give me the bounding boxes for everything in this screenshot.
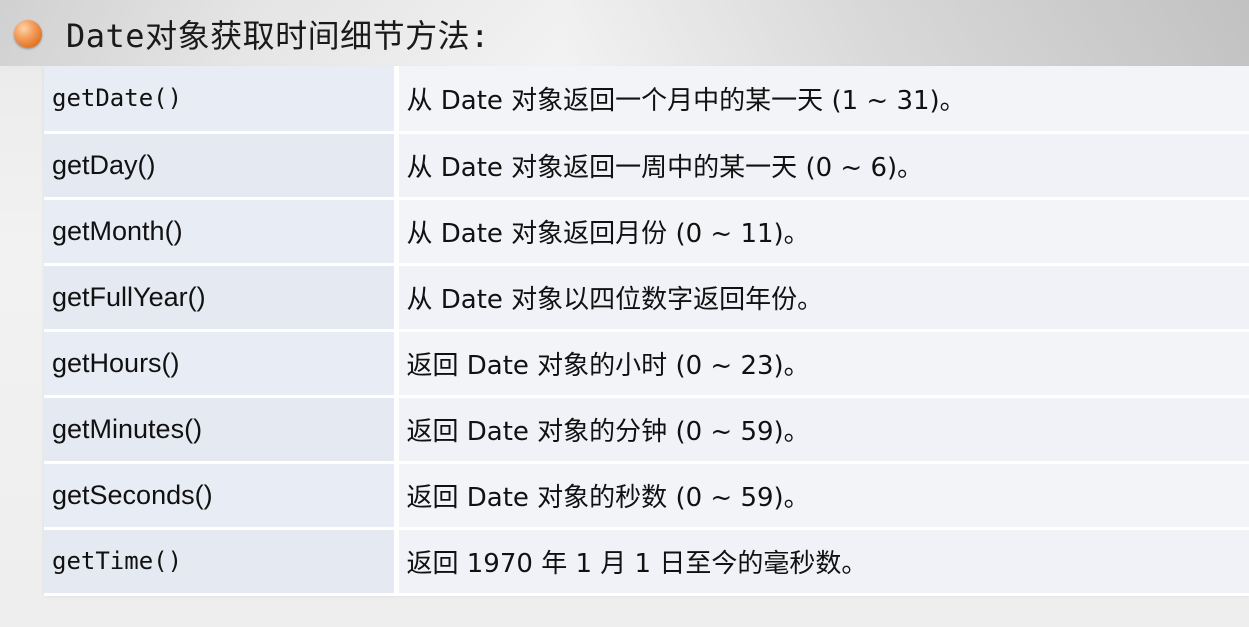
method-description: 从 Date 对象以四位数字返回年份。 (396, 264, 1249, 332)
method-description: 返回 Date 对象的分钟 (0 ~ 59)。 (396, 396, 1249, 464)
orange-bullet-icon (14, 20, 42, 48)
method-name: getHours() (44, 330, 399, 398)
method-description: 从 Date 对象返回一个月中的某一天 (1 ~ 31)。 (396, 66, 1249, 134)
method-name: getDay() (44, 132, 399, 200)
heading-title: Date对象获取时间细节方法: (66, 17, 490, 55)
method-name: getFullYear() (44, 264, 399, 332)
method-description: 从 Date 对象返回月份 (0 ~ 11)。 (396, 198, 1249, 266)
method-name: getMinutes() (44, 396, 399, 464)
table-row: getFullYear() 从 Date 对象以四位数字返回年份。 (44, 264, 1249, 332)
table-row: getTime() 返回 1970 年 1 月 1 日至今的毫秒数。 (44, 528, 1249, 596)
methods-table: getDate() 从 Date 对象返回一个月中的某一天 (1 ~ 31)。 … (44, 66, 1249, 596)
method-name: getMonth() (44, 198, 399, 266)
method-description: 返回 Date 对象的小时 (0 ~ 23)。 (396, 330, 1249, 398)
method-name: getDate() (44, 66, 399, 134)
table-row: getMonth() 从 Date 对象返回月份 (0 ~ 11)。 (44, 198, 1249, 266)
method-description: 返回 1970 年 1 月 1 日至今的毫秒数。 (396, 528, 1249, 596)
method-description: 从 Date 对象返回一周中的某一天 (0 ~ 6)。 (396, 132, 1249, 200)
method-description: 返回 Date 对象的秒数 (0 ~ 59)。 (396, 462, 1249, 530)
table-row: getSeconds() 返回 Date 对象的秒数 (0 ~ 59)。 (44, 462, 1249, 530)
table-row: getMinutes() 返回 Date 对象的分钟 (0 ~ 59)。 (44, 396, 1249, 464)
table-row: getHours() 返回 Date 对象的小时 (0 ~ 23)。 (44, 330, 1249, 398)
table-row: getDay() 从 Date 对象返回一周中的某一天 (0 ~ 6)。 (44, 132, 1249, 200)
slide-heading: Date对象获取时间细节方法: (14, 12, 490, 56)
date-methods-table: getDate() 从 Date 对象返回一个月中的某一天 (1 ~ 31)。 … (44, 66, 1249, 596)
table-row: getDate() 从 Date 对象返回一个月中的某一天 (1 ~ 31)。 (44, 66, 1249, 134)
method-name: getSeconds() (44, 462, 399, 530)
method-name: getTime() (44, 528, 399, 596)
